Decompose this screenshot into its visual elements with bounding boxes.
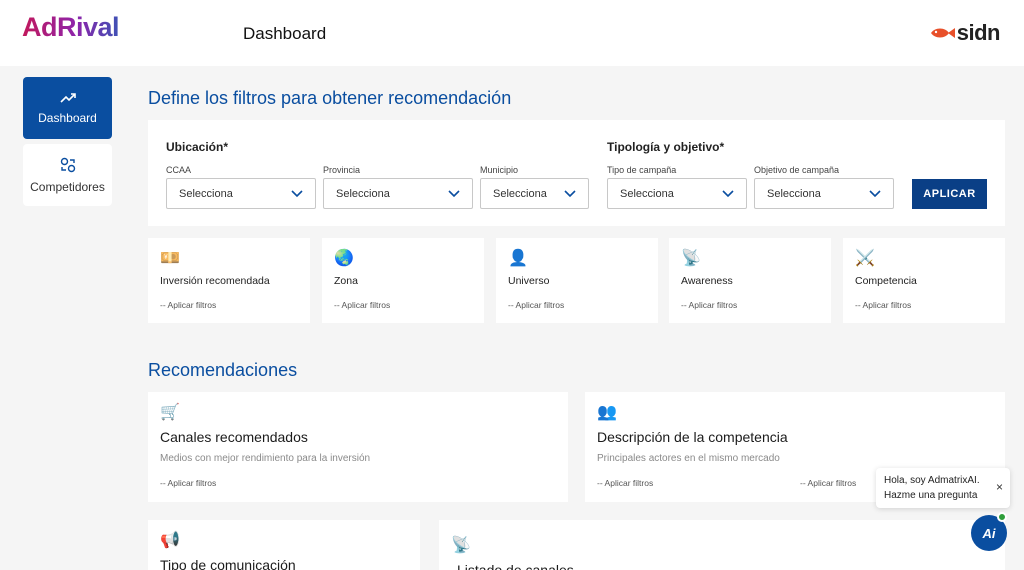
metric-value: -- Aplicar filtros — [508, 300, 565, 310]
provincia-label: Provincia — [323, 165, 361, 175]
select-value: Selecciona — [620, 187, 674, 200]
megaphone-icon: 📢 — [160, 532, 180, 549]
sidebar-item-competidores[interactable]: Competidores — [23, 144, 112, 206]
rec-status: -- Aplicar filtros — [800, 478, 857, 488]
metric-title: Zona — [334, 275, 358, 287]
rec-subtitle: Medios con mejor rendimiento para la inv… — [160, 453, 371, 464]
chevron-down-icon — [869, 189, 881, 197]
metric-card-competencia: ⚔️ Competencia -- Aplicar filtros — [843, 238, 1005, 323]
globe-icon: 🌏 — [334, 250, 354, 267]
sidn-logo-text: sidn — [956, 20, 1001, 45]
chevron-down-icon — [722, 189, 734, 197]
filters-title: Define los filtros para obtener recomend… — [148, 88, 512, 108]
money-icon: 💴 — [160, 250, 180, 267]
sidebar-item-label: Dashboard — [38, 110, 97, 125]
satellite-dish-icon: 📡 — [681, 250, 701, 267]
people-icon: 👥 — [597, 404, 617, 421]
rec-card-listado-canales: 📡 Listado de canales — [439, 520, 1005, 570]
metric-value: -- Aplicar filtros — [855, 300, 912, 310]
recommendations-title: Recomendaciones — [148, 360, 298, 380]
sidebar-item-dashboard[interactable]: Dashboard — [23, 77, 112, 139]
location-group-title: Ubicación* — [166, 140, 229, 154]
metric-value: -- Aplicar filtros — [681, 300, 738, 310]
provincia-select[interactable]: Selecciona — [323, 178, 473, 209]
chat-avatar-icon: Ai — [982, 525, 996, 541]
chevron-down-icon — [564, 189, 576, 197]
sidebar-item-label: Competidores — [30, 179, 105, 194]
sidebar: Dashboard Competidores — [0, 66, 130, 570]
top-header: AdRival Dashboard sidn — [0, 0, 1024, 66]
objetivo-campana-select[interactable]: Selecciona — [754, 178, 894, 209]
apply-button[interactable]: APLICAR — [912, 179, 987, 209]
rec-card-canales: 🛒 Canales recomendados Medios con mejor … — [148, 392, 568, 502]
fish-icon — [930, 28, 955, 38]
ccaa-label: CCAA — [166, 165, 192, 175]
sidn-logo: sidn — [929, 20, 1001, 46]
select-value: Selecciona — [493, 187, 547, 200]
metric-title: Competencia — [855, 275, 917, 287]
close-icon[interactable]: × — [996, 480, 1003, 494]
rec-card-tipo-comunicacion: 📢 Tipo de comunicación — [148, 520, 420, 570]
chat-message: Hola, soy AdmatrixAI. Hazme una pregunta — [884, 475, 980, 501]
page-title: Dashboard — [243, 24, 327, 43]
metric-card-awareness: 📡 Awareness -- Aplicar filtros — [669, 238, 831, 323]
metric-card-inversion: 💴 Inversión recomendada -- Aplicar filtr… — [148, 238, 310, 323]
metric-title: Awareness — [681, 275, 733, 287]
metric-value: -- Aplicar filtros — [160, 300, 217, 310]
metric-card-universo: 👤 Universo -- Aplicar filtros — [496, 238, 658, 323]
trending-up-icon — [59, 92, 76, 104]
rec-title: Descripción de la competencia — [597, 429, 788, 445]
rec-status: -- Aplicar filtros — [597, 478, 654, 488]
municipio-label: Municipio — [480, 165, 519, 175]
chevron-down-icon — [448, 189, 460, 197]
chat-bubble[interactable]: Hola, soy AdmatrixAI. Hazme una pregunta… — [876, 468, 1010, 508]
competitors-icon — [60, 157, 76, 173]
select-value: Selecciona — [336, 187, 390, 200]
metric-title: Universo — [508, 275, 550, 287]
rec-title: Tipo de comunicación — [160, 557, 296, 570]
municipio-select[interactable]: Selecciona — [480, 178, 589, 209]
metric-title: Inversión recomendada — [160, 275, 270, 287]
select-value: Selecciona — [179, 187, 233, 200]
filter-panel: Ubicación* Tipología y objetivo* CCAA Se… — [148, 120, 1005, 226]
crossed-swords-icon: ⚔️ — [855, 250, 875, 267]
adrival-logo[interactable]: AdRival — [22, 12, 120, 43]
metric-value: -- Aplicar filtros — [334, 300, 391, 310]
rec-title: Canales recomendados — [160, 429, 308, 445]
rec-status: -- Aplicar filtros — [160, 478, 217, 488]
shopping-cart-icon: 🛒 — [160, 404, 180, 421]
satellite-dish-icon: 📡 — [451, 537, 471, 554]
select-value: Selecciona — [767, 187, 821, 200]
objetivo-campana-label: Objetivo de campaña — [754, 165, 840, 175]
tipo-campana-select[interactable]: Selecciona — [607, 178, 747, 209]
online-status-icon — [997, 512, 1007, 522]
metric-card-zona: 🌏 Zona -- Aplicar filtros — [322, 238, 484, 323]
rec-title: Listado de canales — [457, 562, 574, 570]
person-icon: 👤 — [508, 250, 528, 267]
type-group-title: Tipología y objetivo* — [607, 140, 725, 154]
chevron-down-icon — [291, 189, 303, 197]
tipo-campana-label: Tipo de campaña — [607, 165, 677, 175]
rec-subtitle: Principales actores en el mismo mercado — [597, 453, 780, 464]
ccaa-select[interactable]: Selecciona — [166, 178, 316, 209]
